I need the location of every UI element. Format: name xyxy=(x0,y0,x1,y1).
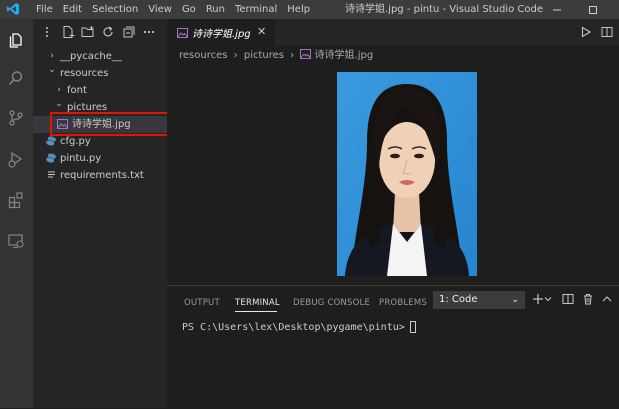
tree-item-label: pintu.py xyxy=(60,153,102,164)
add-terminal-icon[interactable] xyxy=(532,293,544,305)
collapse-all-icon[interactable] xyxy=(121,25,135,41)
maximize-icon xyxy=(589,5,597,14)
tab-problems[interactable]: PROBLEMS xyxy=(379,296,427,310)
minimize-icon xyxy=(553,9,561,10)
explorer-icon[interactable] xyxy=(4,28,28,52)
tab-debug-console[interactable]: DEBUG CONSOLE xyxy=(293,296,370,310)
bottom-panel: OUTPUT TERMINAL DEBUG CONSOLE PROBLEMS 1… xyxy=(167,285,619,409)
menu-view[interactable]: View xyxy=(143,0,177,19)
menu-go[interactable]: Go xyxy=(177,0,201,19)
remote-explorer-icon[interactable] xyxy=(4,229,28,253)
tree-item-label: requirements.txt xyxy=(60,170,144,181)
menu-run[interactable]: Run xyxy=(201,0,230,19)
refresh-icon[interactable] xyxy=(101,25,115,41)
text-file-icon xyxy=(47,170,56,180)
terminal-select-value: 1: Code xyxy=(439,294,478,305)
split-terminal-icon[interactable] xyxy=(562,293,574,305)
editor-tab-strip: 诗诗学姐.jpg ✕ xyxy=(167,19,619,46)
tree-item-label: resources xyxy=(60,68,109,79)
tab-terminal[interactable]: TERMINAL xyxy=(235,296,280,310)
search-icon[interactable] xyxy=(4,66,28,90)
python-file-icon xyxy=(46,136,56,146)
image-file-icon xyxy=(300,49,312,59)
chevron-right-icon: › xyxy=(290,50,295,61)
run-debug-icon[interactable] xyxy=(4,147,28,171)
chevron-down-icon: ⌄ xyxy=(55,99,63,109)
image-file-icon xyxy=(177,28,188,38)
window-title: 诗诗学姐.jpg - pintu - Visual Studio Code xyxy=(345,4,543,15)
breadcrumb-item[interactable]: 诗诗学姐.jpg xyxy=(315,50,374,61)
new-file-icon[interactable] xyxy=(62,25,76,41)
portrait-image xyxy=(337,72,477,276)
chevron-up-icon[interactable] xyxy=(601,294,613,304)
breadcrumb-item[interactable]: pictures xyxy=(244,50,284,61)
tree-item-requirements[interactable]: requirements.txt xyxy=(33,167,167,184)
tab-label: 诗诗学姐.jpg xyxy=(192,29,251,40)
terminal-prompt-line[interactable]: PS C:\Users\lex\Desktop\pygame\pintu> xyxy=(182,321,416,335)
chevron-down-icon: ⌄ xyxy=(511,295,519,305)
menu-help[interactable]: Help xyxy=(282,0,315,19)
terminal-prompt: PS C:\Users\lex\Desktop\pygame\pintu> xyxy=(182,322,405,333)
vscode-logo-icon[interactable] xyxy=(6,2,20,16)
python-file-icon xyxy=(46,153,56,163)
tree-item-pintu[interactable]: pintu.py xyxy=(33,150,167,167)
split-editor-icon[interactable] xyxy=(601,26,613,38)
menu-selection[interactable]: Selection xyxy=(87,0,143,19)
menu-bar: File Edit Selection View Go Run Terminal… xyxy=(31,0,315,19)
minimize-button[interactable] xyxy=(546,0,568,19)
run-icon[interactable] xyxy=(580,26,592,38)
editor-tab-image[interactable]: 诗诗学姐.jpg ✕ xyxy=(167,19,275,46)
breadcrumb: resources › pictures › 诗诗学姐.jpg xyxy=(179,48,373,64)
terminal-cursor xyxy=(409,321,416,333)
active-tab-underline xyxy=(235,311,277,312)
explorer-sidebar: › __pycache__ ⌄ resources › font ⌄ pictu… xyxy=(33,19,167,408)
tab-output[interactable]: OUTPUT xyxy=(184,296,220,310)
chevron-down-icon: ⌄ xyxy=(48,65,56,75)
close-icon[interactable]: ✕ xyxy=(257,25,266,38)
chevron-down-icon[interactable] xyxy=(544,295,552,303)
maximize-button[interactable] xyxy=(582,0,604,19)
ellipsis-icon[interactable] xyxy=(142,25,156,41)
chevron-right-icon: › xyxy=(233,50,238,61)
tree-item-label: __pycache__ xyxy=(60,51,122,62)
terminal-select[interactable]: 1: Code ⌄ xyxy=(433,291,525,309)
trash-icon[interactable] xyxy=(582,293,594,305)
menu-file[interactable]: File xyxy=(31,0,58,19)
menu-edit[interactable]: Edit xyxy=(58,0,87,19)
menu-terminal[interactable]: Terminal xyxy=(230,0,282,19)
tree-item-label: font xyxy=(67,85,87,96)
source-control-icon[interactable] xyxy=(4,106,28,130)
breadcrumb-item[interactable]: resources xyxy=(179,50,227,61)
activity-bar xyxy=(0,19,33,408)
tree-item-resources[interactable]: ⌄ resources xyxy=(33,65,167,82)
more-actions-icon[interactable] xyxy=(45,25,57,41)
title-bar: File Edit Selection View Go Run Terminal… xyxy=(0,0,619,19)
new-folder-icon[interactable] xyxy=(81,25,95,41)
extensions-icon[interactable] xyxy=(4,188,28,212)
